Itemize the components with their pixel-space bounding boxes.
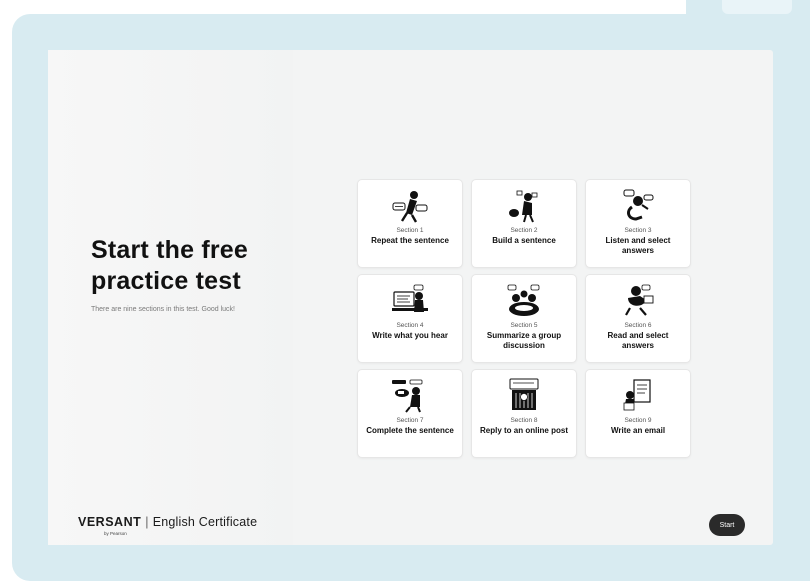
section-card-2: Section 2 Build a sentence [472,180,576,267]
section-card-1: Section 1 Repeat the sentence [358,180,462,267]
email-person-icon [623,379,651,411]
section-number: Section 6 [624,322,652,329]
start-button[interactable]: Start [709,514,745,536]
section-label: Complete the sentence [366,426,454,435]
section-card-9: Section 9 Write an email [586,370,690,457]
listening-person-icon [623,189,654,221]
section-number: Section 9 [624,417,652,424]
section-card-8: Section 8 Reply to an online post [472,370,576,457]
sentence-pieces-icon [392,379,423,413]
section-card-4: Section 4 Write what you hear [358,275,462,362]
reading-person-icon [625,284,654,316]
brand-wordmark: VERSANT | English Certificate [78,515,257,529]
page-title: Start the free practice test [91,236,249,295]
section-number: Section 8 [510,417,538,424]
intro-panel [48,50,293,545]
brand-product: English Certificate [152,515,258,529]
section-label: Reply to an online post [479,426,568,435]
section-number: Section 4 [396,322,424,329]
page-subtitle: There are nine sections in this test. Go… [91,306,235,313]
group-discussion-icon [507,284,540,316]
online-post-icon [509,378,539,410]
section-label: Write an email [610,426,666,435]
section-number: Section 7 [396,417,424,424]
laptop-person-icon [392,284,428,312]
section-number: Section 3 [624,227,652,234]
brand-separator: | [145,515,149,529]
section-label: Repeat the sentence [371,236,449,245]
section-number: Section 2 [510,227,538,234]
section-label: Summarize a group discussion [486,331,562,350]
section-label: Write what you hear [372,331,448,340]
section-card-5: Section 5 Summarize a group discussion [472,275,576,362]
section-card-7: Section 7 Complete the sentence [358,370,462,457]
brand-logo: VERSANT | English Certificate by Pearson [78,515,257,537]
brand-name: VERSANT [78,515,142,529]
building-blocks-person-icon [509,190,538,223]
section-card-3: Section 3 Listen and select answers [586,180,690,267]
section-number: Section 1 [396,227,424,234]
brand-byline: by Pearson [104,531,127,536]
section-label: Build a sentence [492,236,556,245]
section-label: Listen and select answers [605,236,671,255]
corner-tab-inner [722,0,792,14]
section-number: Section 5 [510,322,538,329]
speech-bubble-person-icon [392,191,428,223]
section-label: Read and select answers [607,331,669,350]
test-intro-screen: Start the free practice test There are n… [48,50,773,545]
section-card-6: Section 6 Read and select answers [586,275,690,362]
sections-grid: Section 1 Repeat the sentence Section 2 … [358,180,698,458]
